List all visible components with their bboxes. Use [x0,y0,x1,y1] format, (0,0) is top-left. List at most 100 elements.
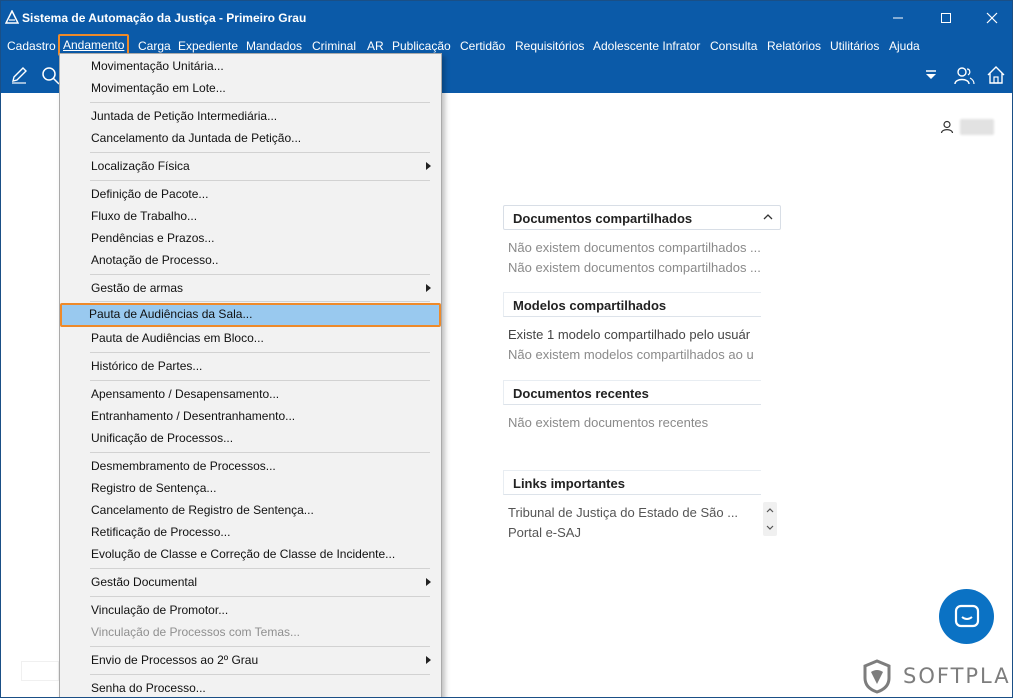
scroll-up-icon[interactable] [763,504,777,518]
left-strip [1,93,59,697]
menu-separator [90,102,430,103]
menu-item-vinculacao-temas: Vinculação de Processos com Temas... [91,625,300,639]
submenu-arrow-icon [426,162,431,170]
menu-separator [90,352,430,353]
list-item[interactable]: Não existem documentos compartilhados ..… [503,258,766,278]
menu-requisitorios[interactable]: Requisitórios [515,37,584,55]
submenu-arrow-icon [426,578,431,586]
menu-separator [90,452,430,453]
chevron-up-icon[interactable] [762,211,774,223]
softplan-logo-icon [863,659,891,694]
list-item[interactable]: Não existem modelos compartilhados ao u [503,345,766,365]
andamento-dropdown-menu: Movimentação Unitária... Movimentação em… [59,53,442,697]
menu-separator [90,274,430,275]
shared-models-panel: Modelos compartilhados Existe 1 modelo c… [503,292,781,365]
maximize-icon [941,12,951,23]
recent-documents-panel: Documentos recentes Não existem document… [503,380,781,433]
app-window: Sistema de Automação da Justiça - Primei… [0,0,1013,698]
menu-utilitarios[interactable]: Utilitários [830,37,879,55]
menu-item-unificacao-processos[interactable]: Unificação de Processos... [62,427,439,449]
window-title: Sistema de Automação da Justiça - Primei… [22,11,307,25]
shared-models-header[interactable]: Modelos compartilhados [503,292,761,317]
list-item: Não existem documentos recentes [508,415,709,430]
menu-consulta[interactable]: Consulta [710,37,757,55]
menu-item-vinculacao-promotor[interactable]: Vinculação de Promotor... [62,599,439,621]
menu-item-pendencias-prazos[interactable]: Pendências e Prazos... [62,227,439,249]
maximize-button[interactable] [923,1,969,34]
softplan-brand-text: SOFTPLAN [903,664,1012,688]
menu-item-cancelamento-juntada[interactable]: Cancelamento da Juntada de Petição... [62,127,439,149]
menu-item-senha-processo[interactable]: Senha do Processo... [62,677,439,697]
scroll-down-icon[interactable] [763,520,777,534]
menu-separator [90,380,430,381]
menu-adolescente-infrator[interactable]: Adolescente Infrator [593,37,700,55]
menu-item-evolucao-classe[interactable]: Evolução de Classe e Correção de Classe … [62,543,439,565]
menu-cadastro[interactable]: Cadastro [7,37,56,55]
menu-relatorios[interactable]: Relatórios [767,37,821,55]
menu-item-pauta-audiencias-bloco[interactable]: Pauta de Audiências em Bloco... [62,327,439,349]
menu-separator [90,646,430,647]
menu-separator [90,180,430,181]
users-icon[interactable] [953,64,975,86]
menu-certidao[interactable]: Certidão [460,37,505,55]
list-item[interactable]: Não existem documentos compartilhados ..… [503,238,766,258]
menu-separator [90,674,430,675]
menu-ajuda[interactable]: Ajuda [889,37,920,55]
menu-item-registro-sentenca[interactable]: Registro de Sentença... [62,477,439,499]
menu-item-juntada-peticao[interactable]: Juntada de Petição Intermediária... [62,105,439,127]
list-item[interactable]: Existe 1 modelo compartilhado pelo usuár [503,325,766,345]
minimize-icon [893,17,903,18]
user-name-redacted [960,119,994,135]
menu-item-movimentacao-unitaria[interactable]: Movimentação Unitária... [62,55,439,77]
user-icon [940,120,954,134]
menu-item-label: Envio de Processos ao 2º Grau [91,653,259,667]
recent-documents-header[interactable]: Documentos recentes [503,380,761,405]
menu-item-cancelamento-registro-sentenca[interactable]: Cancelamento de Registro de Sentença... [62,499,439,521]
menu-item-label: Gestão Documental [91,575,198,589]
menu-item-envio-segundo-grau[interactable]: Envio de Processos ao 2º Grau [62,649,439,671]
link-tjsp[interactable]: Tribunal de Justiça do Estado de São ... [503,503,766,523]
edit-icon[interactable] [8,64,30,86]
menu-item-label: Localização Física [91,159,190,173]
menu-item-gestao-armas[interactable]: Gestão de armas [62,277,439,299]
shared-documents-panel: Documentos compartilhados Não existem do… [503,205,781,278]
chat-icon [954,604,979,627]
menu-item-definicao-pacote[interactable]: Definição de Pacote... [62,183,439,205]
menu-item-desmembramento[interactable]: Desmembramento de Processos... [62,455,439,477]
current-user [940,119,994,135]
submenu-arrow-icon [426,656,431,664]
chat-button[interactable] [939,589,994,644]
recent-documents-title: Documentos recentes [513,386,649,401]
links-scrollbar[interactable] [763,502,777,536]
menu-item-localizacao-fisica[interactable]: Localização Física [62,155,439,177]
important-links-panel: Links importantes Tribunal de Justiça do… [503,470,781,543]
link-portal-esaj[interactable]: Portal e-SAJ [503,523,766,543]
menu-separator [90,568,430,569]
menu-item-entranhamento[interactable]: Entranhamento / Desentranhamento... [62,405,439,427]
menu-item-historico-partes[interactable]: Histórico de Partes... [62,355,439,377]
shared-documents-title: Documentos compartilhados [513,211,693,226]
important-links-header[interactable]: Links importantes [503,470,761,495]
menu-item-apensamento[interactable]: Apensamento / Desapensamento... [62,383,439,405]
submenu-arrow-icon [426,284,431,292]
title-bar: Sistema de Automação da Justiça - Primei… [1,1,1012,34]
menu-item-pauta-audiencias-sala[interactable]: Pauta de Audiências da Sala... [60,303,441,327]
menu-separator [90,596,430,597]
close-button[interactable] [969,1,1012,34]
minimize-button[interactable] [875,1,921,34]
menu-item-fluxo-trabalho[interactable]: Fluxo de Trabalho... [62,205,439,227]
bottom-left-field [21,661,59,681]
search-icon[interactable] [39,64,61,86]
dropdown-arrow-icon[interactable] [921,64,943,86]
shared-documents-header[interactable]: Documentos compartilhados [503,205,781,230]
menu-item-retificacao-processo[interactable]: Retificação de Processo... [62,521,439,543]
menu-separator [90,301,430,302]
softplan-logo: SOFTPLAN [859,658,1012,694]
menu-item-gestao-documental[interactable]: Gestão Documental [62,571,439,593]
menu-item-anotacao-processo[interactable]: Anotação de Processo.. [62,249,439,271]
close-icon [986,12,998,23]
home-icon[interactable] [985,64,1007,86]
menu-item-label: Gestão de armas [91,281,184,295]
menu-separator [90,152,430,153]
menu-item-movimentacao-lote[interactable]: Movimentação em Lote... [62,77,439,99]
